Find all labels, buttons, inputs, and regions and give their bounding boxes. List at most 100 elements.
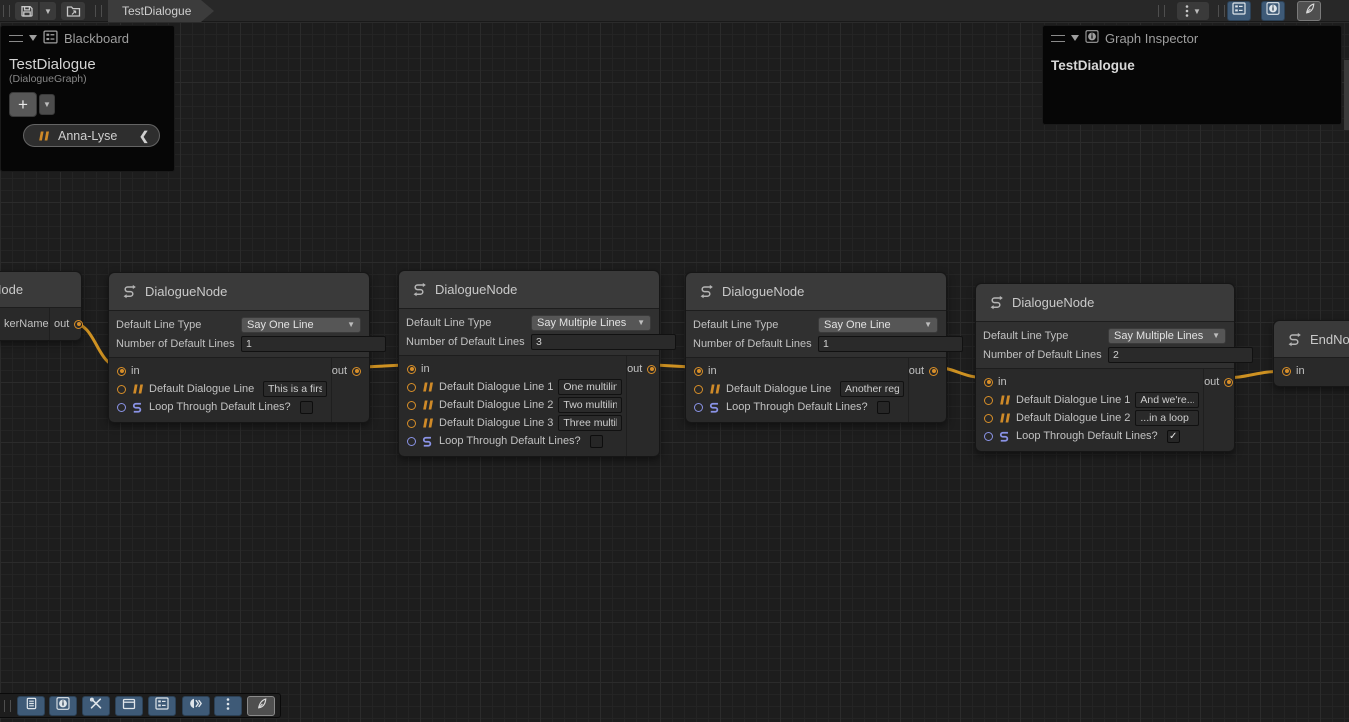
loop-port[interactable] [117, 403, 126, 412]
toggle-inspector-button[interactable] [1261, 1, 1285, 21]
dialogue-line-port[interactable] [407, 401, 416, 410]
node-title-bar[interactable]: DialogueNode [976, 284, 1234, 322]
blackboard-panel[interactable]: Blackboard TestDialogue (DialogueGraph) … [0, 25, 175, 172]
dialogue-line-input[interactable] [263, 381, 327, 397]
in-port[interactable] [984, 378, 993, 387]
collapse-arrow-icon[interactable] [29, 35, 37, 41]
graph-tab[interactable]: TestDialogue [108, 0, 214, 22]
blackboard-header[interactable]: Blackboard [1, 26, 174, 50]
open-graph-button[interactable] [61, 2, 85, 20]
add-property-button[interactable]: + [9, 92, 37, 117]
loop-checkbox[interactable] [877, 401, 890, 414]
more-options-button[interactable] [214, 696, 242, 716]
loop-port[interactable] [694, 403, 703, 412]
quote-icon [37, 130, 50, 142]
in-port-label: in [708, 365, 717, 377]
loop-checkbox[interactable] [1167, 430, 1180, 443]
tools-icon [89, 697, 103, 715]
graph-inspector-header[interactable]: Graph Inspector [1043, 26, 1341, 50]
drag-handle-icon[interactable] [1051, 35, 1065, 42]
drag-handle-icon[interactable] [9, 35, 23, 42]
in-port[interactable] [1282, 367, 1291, 376]
scrollbar-fragment[interactable] [1344, 60, 1349, 130]
dialogue-node-3[interactable]: DialogueNode Default Line Type Say One L… [685, 272, 947, 423]
graph-inspector-panel[interactable]: Graph Inspector TestDialogue [1042, 25, 1342, 125]
node-title: DialogueNode [435, 282, 517, 297]
in-port[interactable] [117, 367, 126, 376]
speak-icon [189, 697, 203, 715]
window-button[interactable] [115, 696, 143, 716]
dialogue-line-label: Default Dialogue Line 1 [439, 381, 553, 393]
dialogue-preview-button[interactable] [182, 696, 210, 716]
num-lines-input[interactable] [531, 334, 676, 350]
quote-icon [708, 383, 721, 395]
line-type-dropdown[interactable]: Say Multiple Lines ▼ [531, 315, 651, 331]
toggle-blackboard-button[interactable] [1227, 1, 1251, 21]
dialogue-node-1[interactable]: DialogueNode Default Line Type Say One L… [108, 272, 370, 423]
graph-canvas[interactable]: Blackboard TestDialogue (DialogueGraph) … [0, 22, 1349, 722]
dialogue-line-port[interactable] [407, 383, 416, 392]
collapse-chevron-icon[interactable]: ❮ [139, 129, 149, 143]
console-panel-button[interactable] [17, 696, 45, 716]
node-title-bar[interactable]: DialogueNode [399, 271, 659, 309]
loop-port[interactable] [407, 437, 416, 446]
collapse-arrow-icon[interactable] [1071, 35, 1079, 41]
in-port[interactable] [407, 365, 416, 374]
line-type-value: Say Multiple Lines [1114, 330, 1203, 342]
end-node[interactable]: EndNode in [1273, 320, 1349, 387]
node-title-bar[interactable]: Node [0, 272, 81, 308]
line-type-dropdown[interactable]: Say One Line ▼ [818, 317, 938, 333]
save-button[interactable] [15, 2, 38, 20]
out-port[interactable] [352, 367, 361, 376]
dialogue-line-port[interactable] [407, 419, 416, 428]
dialogue-line-input[interactable] [1135, 410, 1199, 426]
blackboard-property-row[interactable]: Anna-Lyse ❮ [23, 124, 160, 147]
window-icon [122, 697, 136, 715]
dialogue-line-input[interactable] [840, 381, 904, 397]
num-lines-input[interactable] [818, 336, 963, 352]
out-port[interactable] [1224, 378, 1233, 387]
save-options-button[interactable]: ▼ [39, 2, 56, 20]
dialogue-line-input[interactable] [558, 379, 622, 395]
blackboard-panel-button[interactable] [148, 696, 176, 716]
node-title-bar[interactable]: EndNode [1274, 321, 1349, 358]
dialogue-line-port[interactable] [694, 385, 703, 394]
property-name[interactable]: Anna-Lyse [58, 129, 131, 143]
line-type-dropdown[interactable]: Say Multiple Lines ▼ [1108, 328, 1226, 344]
out-port[interactable] [647, 365, 656, 374]
dialogue-line-input[interactable] [558, 397, 622, 413]
loop-port[interactable] [984, 432, 993, 441]
loop-checkbox[interactable] [300, 401, 313, 414]
line-type-dropdown[interactable]: Say One Line ▼ [241, 317, 361, 333]
dialogue-line-port[interactable] [117, 385, 126, 394]
dialogue-line-input[interactable] [558, 415, 622, 431]
out-port[interactable] [74, 320, 83, 329]
more-options-button[interactable]: ▼ [1177, 2, 1209, 20]
toolbar-drag-handle[interactable] [3, 5, 10, 17]
dialogue-node-2[interactable]: DialogueNode Default Line Type Say Multi… [398, 270, 660, 457]
in-port[interactable] [694, 367, 703, 376]
tools-button[interactable] [82, 696, 110, 716]
node-title-bar[interactable]: DialogueNode [686, 273, 946, 311]
start-node[interactable]: Node kerName out [0, 271, 82, 341]
toolbar-drag-handle-right[interactable] [1158, 5, 1165, 17]
num-lines-input[interactable] [241, 336, 386, 352]
quill-tool-button[interactable] [1297, 1, 1321, 21]
node-title: Node [0, 282, 23, 297]
node-title-bar[interactable]: DialogueNode [109, 273, 369, 311]
inspector-panel-button[interactable] [49, 696, 77, 716]
toolbar-separator [95, 5, 102, 17]
quill-tool-button[interactable] [247, 696, 275, 716]
num-lines-input[interactable] [1108, 347, 1253, 363]
num-lines-label: Number of Default Lines [406, 336, 531, 348]
dialogue-node-4[interactable]: DialogueNode Default Line Type Say Multi… [975, 283, 1235, 452]
dialogue-line-input[interactable] [1135, 392, 1199, 408]
chevron-down-icon: ▼ [1212, 331, 1220, 340]
out-port[interactable] [929, 367, 938, 376]
dialogue-line-port[interactable] [984, 396, 993, 405]
in-port-label: in [1296, 365, 1305, 377]
loop-checkbox[interactable] [590, 435, 603, 448]
toolbar-drag-handle[interactable] [4, 700, 11, 712]
add-property-menu-button[interactable]: ▼ [39, 94, 55, 115]
dialogue-line-port[interactable] [984, 414, 993, 423]
